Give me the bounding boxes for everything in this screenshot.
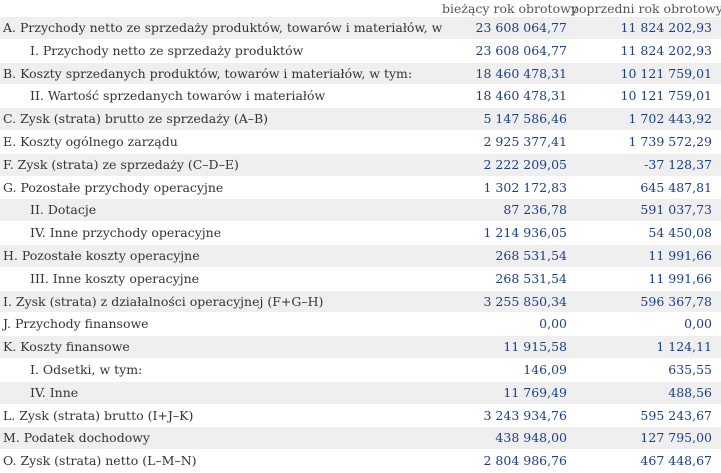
row-previous-value: 591 037,73 bbox=[571, 198, 721, 223]
header-label-column bbox=[0, 0, 442, 17]
row-label: II. Wartość sprzedanych towarów i materi… bbox=[0, 84, 442, 109]
row-previous-value: 595 243,67 bbox=[571, 404, 721, 428]
row-previous-value: 11 991,66 bbox=[571, 267, 721, 291]
row-previous-value: 54 450,08 bbox=[571, 221, 721, 245]
table-row: H. Pozostałe koszty operacyjne 268 531,5… bbox=[0, 244, 721, 268]
row-current-value: 0,00 bbox=[442, 312, 571, 337]
table-row: F. Zysk (strata) ze sprzedaży (C–D–E) 2 … bbox=[0, 153, 721, 177]
row-current-value: 11 915,58 bbox=[442, 335, 571, 359]
row-current-value: 268 531,54 bbox=[442, 244, 571, 268]
row-current-value: 3 243 934,76 bbox=[442, 404, 571, 428]
row-label: E. Koszty ogólnego zarządu bbox=[0, 130, 442, 154]
row-label: H. Pozostałe koszty operacyjne bbox=[0, 244, 442, 268]
row-current-value: 1 302 172,83 bbox=[442, 176, 571, 200]
row-current-value: 11 769,49 bbox=[442, 381, 571, 405]
row-label: C. Zysk (strata) brutto ze sprzedaży (A–… bbox=[0, 107, 442, 131]
table-row: I. Zysk (strata) z działalności operacyj… bbox=[0, 290, 721, 314]
row-current-value: 3 255 850,34 bbox=[442, 290, 571, 314]
table-row: O. Zysk (strata) netto (L–M–N) 2 804 986… bbox=[0, 449, 721, 473]
row-label: B. Koszty sprzedanych produktów, towarów… bbox=[0, 62, 442, 86]
table-row: L. Zysk (strata) brutto (I+J–K) 3 243 93… bbox=[0, 404, 721, 428]
header-previous-year: poprzedni rok obrotowy bbox=[571, 1, 721, 16]
row-label: I. Przychody netto ze sprzedaży produktó… bbox=[0, 39, 442, 63]
table-row: III. Inne koszty operacyjne 268 531,54 1… bbox=[0, 267, 721, 291]
row-label: III. Inne koszty operacyjne bbox=[0, 267, 442, 291]
row-previous-value: 1 124,11 bbox=[571, 335, 721, 359]
row-label: O. Zysk (strata) netto (L–M–N) bbox=[0, 449, 442, 473]
table-row: E. Koszty ogólnego zarządu 2 925 377,41 … bbox=[0, 130, 721, 154]
row-label: IV. Inne bbox=[0, 381, 442, 405]
row-previous-value: -37 128,37 bbox=[571, 153, 721, 177]
row-previous-value: 488,56 bbox=[571, 381, 721, 405]
table-row: IV. Inne przychody operacyjne 1 214 936,… bbox=[0, 221, 721, 245]
row-label: A. Przychody netto ze sprzedaży produktó… bbox=[0, 17, 442, 40]
table-row: IV. Inne 11 769,49 488,56 bbox=[0, 381, 721, 405]
row-previous-value: 645 487,81 bbox=[571, 176, 721, 200]
row-current-value: 87 236,78 bbox=[442, 198, 571, 223]
row-previous-value: 1 702 443,92 bbox=[571, 107, 721, 131]
row-current-value: 2 804 986,76 bbox=[442, 449, 571, 473]
table-row: K. Koszty finansowe 11 915,58 1 124,11 bbox=[0, 335, 721, 359]
row-current-value: 2 925 377,41 bbox=[442, 130, 571, 154]
row-previous-value: 127 795,00 bbox=[571, 426, 721, 451]
table-row: M. Podatek dochodowy 438 948,00 127 795,… bbox=[0, 426, 721, 451]
row-previous-value: 10 121 759,01 bbox=[571, 62, 721, 86]
row-current-value: 268 531,54 bbox=[442, 267, 571, 291]
row-label: M. Podatek dochodowy bbox=[0, 426, 442, 451]
row-current-value: 23 608 064,77 bbox=[442, 39, 571, 63]
row-label: II. Dotacje bbox=[0, 198, 442, 223]
income-statement-table: bieżący rok obrotowy poprzedni rok obrot… bbox=[0, 0, 721, 473]
row-previous-value: 11 991,66 bbox=[571, 244, 721, 268]
row-label: K. Koszty finansowe bbox=[0, 335, 442, 359]
row-previous-value: 467 448,67 bbox=[571, 449, 721, 473]
row-previous-value: 0,00 bbox=[571, 312, 721, 337]
row-previous-value: 10 121 759,01 bbox=[571, 84, 721, 109]
row-current-value: 146,09 bbox=[442, 358, 571, 382]
row-current-value: 23 608 064,77 bbox=[442, 17, 571, 40]
row-current-value: 18 460 478,31 bbox=[442, 62, 571, 86]
row-label: I. Odsetki, w tym: bbox=[0, 358, 442, 382]
row-previous-value: 1 739 572,29 bbox=[571, 130, 721, 154]
row-label: I. Zysk (strata) z działalności operacyj… bbox=[0, 290, 442, 314]
table-row: G. Pozostałe przychody operacyjne 1 302 … bbox=[0, 176, 721, 200]
row-label: G. Pozostałe przychody operacyjne bbox=[0, 176, 442, 200]
row-label: F. Zysk (strata) ze sprzedaży (C–D–E) bbox=[0, 153, 442, 177]
row-previous-value: 635,55 bbox=[571, 358, 721, 382]
row-label: IV. Inne przychody operacyjne bbox=[0, 221, 442, 245]
table-row: II. Wartość sprzedanych towarów i materi… bbox=[0, 84, 721, 109]
row-label: J. Przychody finansowe bbox=[0, 312, 442, 337]
table-row: I. Odsetki, w tym: 146,09 635,55 bbox=[0, 358, 721, 382]
row-current-value: 438 948,00 bbox=[442, 426, 571, 451]
table-row: I. Przychody netto ze sprzedaży produktó… bbox=[0, 39, 721, 63]
row-previous-value: 11 824 202,93 bbox=[571, 39, 721, 63]
table-row: J. Przychody finansowe 0,00 0,00 bbox=[0, 312, 721, 337]
row-current-value: 1 214 936,05 bbox=[442, 221, 571, 245]
table-row: II. Dotacje 87 236,78 591 037,73 bbox=[0, 198, 721, 223]
table-row: C. Zysk (strata) brutto ze sprzedaży (A–… bbox=[0, 107, 721, 131]
row-current-value: 2 222 209,05 bbox=[442, 153, 571, 177]
row-current-value: 5 147 586,46 bbox=[442, 107, 571, 131]
header-current-year: bieżący rok obrotowy bbox=[442, 1, 578, 16]
table-row: B. Koszty sprzedanych produktów, towarów… bbox=[0, 62, 721, 86]
table-header-row: bieżący rok obrotowy poprzedni rok obrot… bbox=[0, 0, 721, 17]
row-label: L. Zysk (strata) brutto (I+J–K) bbox=[0, 404, 442, 428]
financial-statement: bieżący rok obrotowy poprzedni rok obrot… bbox=[0, 0, 721, 473]
row-previous-value: 11 824 202,93 bbox=[571, 17, 721, 40]
row-current-value: 18 460 478,31 bbox=[442, 84, 571, 109]
row-previous-value: 596 367,78 bbox=[571, 290, 721, 314]
table-row: A. Przychody netto ze sprzedaży produktó… bbox=[0, 17, 721, 40]
